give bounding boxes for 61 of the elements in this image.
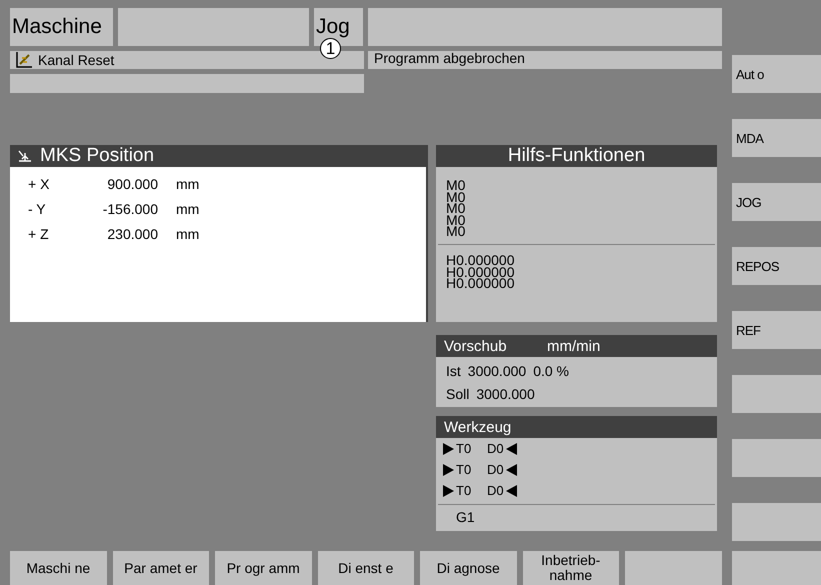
blank-softkey[interactable]: [732, 503, 821, 541]
feed-override: 0.0 %: [533, 362, 569, 378]
left-triangle-icon: [506, 484, 517, 496]
h-function: H0.000000: [446, 266, 516, 278]
mode-softkey[interactable]: MDA: [732, 119, 821, 157]
right-triangle-icon: [443, 442, 454, 454]
area-softkey[interactable]: Inbetrieb- nahme: [522, 551, 619, 585]
position-title: MKS Position: [40, 145, 154, 167]
area-softkey[interactable]: Pr ogr amm: [215, 551, 312, 585]
mode-softkey[interactable]: JOG: [732, 183, 821, 221]
area-softkey[interactable]: Par amet er: [112, 551, 209, 585]
area-label: Maschine: [10, 8, 113, 46]
tool-number: T0: [456, 483, 472, 498]
feed-value: 3000.000: [468, 362, 526, 378]
area-softkey[interactable]: Di agnose: [420, 551, 516, 585]
program-status: Programm abgebrochen: [368, 51, 722, 69]
m-function: M0: [446, 226, 466, 238]
mode-softkey[interactable]: REF: [732, 311, 821, 349]
feed-label: Ist: [446, 362, 461, 378]
blank-softkey[interactable]: [732, 375, 821, 413]
mode-softkey[interactable]: Aut o: [732, 55, 821, 93]
axis-name: + Z: [28, 226, 50, 244]
g-function: G1: [456, 509, 475, 525]
m-function: M0: [446, 180, 466, 192]
tool-offset: D0: [487, 462, 504, 477]
m-function: M0: [446, 214, 466, 226]
right-triangle-icon: [443, 464, 454, 476]
aux-header: Hilfs-Funktionen: [436, 145, 717, 167]
left-triangle-icon: [506, 464, 517, 476]
m-function: M0: [446, 192, 466, 203]
axis-value: 900.000: [106, 176, 158, 194]
m-function: M0: [446, 203, 466, 214]
blank-softkey[interactable]: [732, 439, 821, 477]
channel-status-text: Kanal Reset: [38, 52, 114, 68]
feed-unit: mm/min: [547, 338, 600, 354]
axis-unit: mm: [175, 201, 200, 219]
axis-name: - Y: [28, 201, 47, 219]
h-function: H0.000000: [446, 255, 516, 266]
tool-header: Werkzeug: [436, 416, 717, 438]
mode-softkey[interactable]: REPOS: [732, 247, 821, 285]
tool-offset: D0: [487, 483, 504, 498]
axis-unit: mm: [175, 226, 200, 244]
axis-value: 230.000: [106, 226, 158, 244]
feed-title: Vorschub: [444, 338, 508, 354]
tool-number: T0: [456, 441, 472, 456]
tool-offset: D0: [487, 441, 504, 456]
reset-icon: [16, 52, 32, 68]
tool-number: T0: [456, 462, 472, 477]
axis-unit: mm: [175, 176, 200, 194]
axis-value: -156.000: [102, 201, 158, 219]
left-triangle-icon: [506, 442, 517, 454]
blank-softkey[interactable]: [625, 551, 722, 585]
axes-icon: [18, 150, 32, 162]
axis-name: + X: [28, 176, 50, 194]
feed-label: Soll: [446, 386, 470, 402]
area-softkey[interactable]: Di enst e: [318, 551, 414, 585]
area-softkey[interactable]: Maschi ne: [10, 551, 106, 585]
h-function: H0.000000: [446, 278, 516, 290]
feed-value: 3000.000: [476, 386, 535, 402]
right-triangle-icon: [443, 484, 454, 496]
blank-softkey[interactable]: [732, 551, 821, 585]
